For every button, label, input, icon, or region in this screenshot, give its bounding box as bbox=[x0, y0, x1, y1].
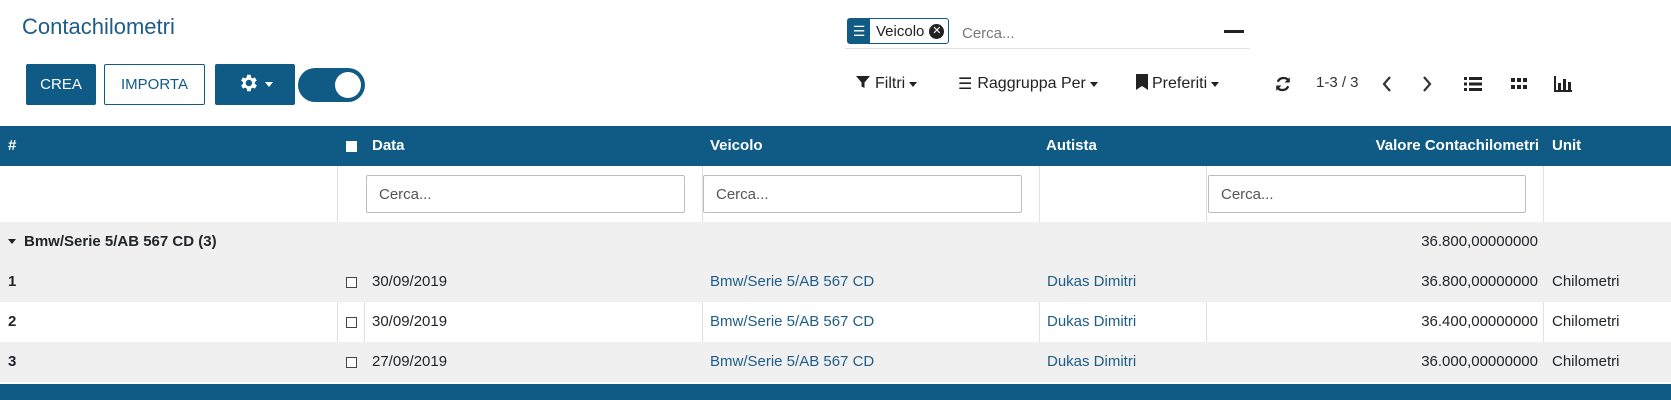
filter-icon bbox=[855, 74, 871, 95]
refresh-icon[interactable] bbox=[1272, 72, 1294, 96]
column-divider bbox=[337, 302, 338, 342]
search-facet[interactable]: ☰ Veicolo ✕ bbox=[847, 18, 950, 44]
unit-cell: Chilometri bbox=[1552, 353, 1620, 370]
row-checkbox[interactable] bbox=[346, 357, 357, 368]
column-divider bbox=[1206, 166, 1207, 222]
column-divider bbox=[364, 302, 365, 342]
filters-dropdown[interactable]: Filtri bbox=[855, 72, 918, 96]
column-divider bbox=[1039, 302, 1040, 342]
chevron-right-icon[interactable] bbox=[1416, 72, 1438, 96]
chevron-down-icon bbox=[1211, 81, 1220, 87]
page-title: Contachilometri bbox=[22, 14, 175, 39]
chevron-left-icon[interactable] bbox=[1376, 72, 1398, 96]
column-header-odometer-value[interactable]: Valore Contachilometri bbox=[1376, 137, 1539, 154]
column-divider bbox=[702, 302, 703, 342]
table-row[interactable]: 1 30/09/2019 Bmw/Serie 5/AB 567 CD Dukas… bbox=[0, 262, 1671, 302]
favorites-dropdown[interactable]: Preferiti bbox=[1136, 72, 1220, 96]
odometer-value-cell: 36.000,00000000 bbox=[1421, 353, 1538, 370]
table-header: # Data Veicolo Autista Valore Contachilo… bbox=[0, 126, 1671, 166]
facet-label: Veicolo bbox=[876, 22, 925, 40]
row-checkbox[interactable] bbox=[346, 277, 357, 288]
date-cell: 30/09/2019 bbox=[372, 313, 448, 330]
chevron-down-icon bbox=[1089, 81, 1098, 87]
gear-icon bbox=[237, 72, 259, 98]
chevron-down-icon bbox=[265, 82, 273, 87]
group-by-label: Raggruppa Per bbox=[977, 75, 1086, 92]
date-filter-input[interactable] bbox=[366, 175, 685, 213]
group-label: Bmw/Serie 5/AB 567 CD (3) bbox=[24, 233, 217, 250]
column-divider bbox=[1206, 302, 1207, 342]
vehicle-link[interactable]: Bmw/Serie 5/AB 567 CD bbox=[710, 313, 874, 330]
driver-link[interactable]: Dukas Dimitri bbox=[1047, 313, 1136, 330]
column-header-unit[interactable]: Unit bbox=[1552, 137, 1581, 154]
column-header-date[interactable]: Data bbox=[372, 137, 405, 154]
toggle-knob bbox=[335, 72, 361, 98]
bookmark-icon bbox=[1136, 73, 1148, 95]
row-number: 2 bbox=[8, 313, 17, 330]
table-footer bbox=[0, 384, 1671, 400]
column-divider bbox=[1543, 166, 1544, 222]
odometer-value-cell: 36.400,00000000 bbox=[1421, 313, 1538, 330]
toggle-switch[interactable] bbox=[298, 68, 365, 102]
date-cell: 27/09/2019 bbox=[372, 353, 448, 370]
caret-down-icon bbox=[8, 239, 16, 244]
column-header-num: # bbox=[8, 137, 17, 154]
favorites-label: Preferiti bbox=[1152, 75, 1208, 92]
filter-row bbox=[0, 166, 1671, 222]
group-row[interactable]: Bmw/Serie 5/AB 567 CD (3) 36.800,0000000… bbox=[0, 222, 1671, 262]
pager-value[interactable]: 1-3 / 3 bbox=[1316, 74, 1359, 91]
odometer-filter-input[interactable] bbox=[1208, 175, 1526, 213]
row-checkbox[interactable] bbox=[346, 317, 357, 328]
unit-cell: Chilometri bbox=[1552, 273, 1620, 290]
bars-icon: ☰ bbox=[958, 76, 973, 93]
settings-dropdown-button[interactable] bbox=[215, 64, 295, 105]
column-divider bbox=[1543, 302, 1544, 342]
search-options-toggle[interactable] bbox=[1224, 30, 1244, 33]
list-view-icon[interactable] bbox=[1462, 72, 1484, 96]
import-button[interactable]: IMPORTA bbox=[104, 64, 205, 105]
grid-icon[interactable] bbox=[1508, 72, 1530, 96]
row-number: 1 bbox=[8, 273, 17, 290]
close-circle-icon[interactable]: ✕ bbox=[929, 23, 945, 39]
vehicle-filter-input[interactable] bbox=[703, 175, 1022, 213]
search-input[interactable] bbox=[960, 20, 1224, 46]
select-all-checkbox[interactable] bbox=[346, 141, 357, 152]
row-number: 3 bbox=[8, 353, 17, 370]
driver-link[interactable]: Dukas Dimitri bbox=[1047, 273, 1136, 290]
list-icon: ☰ bbox=[848, 19, 870, 43]
column-header-vehicle[interactable]: Veicolo bbox=[710, 137, 763, 154]
create-button[interactable]: CREA bbox=[26, 64, 96, 105]
group-by-dropdown[interactable]: ☰ Raggruppa Per bbox=[958, 72, 1098, 96]
filters-label: Filtri bbox=[875, 75, 906, 92]
column-header-driver[interactable]: Autista bbox=[1046, 137, 1097, 154]
date-cell: 30/09/2019 bbox=[372, 273, 448, 290]
unit-cell: Chilometri bbox=[1552, 313, 1620, 330]
vehicle-link[interactable]: Bmw/Serie 5/AB 567 CD bbox=[710, 273, 874, 290]
chevron-down-icon bbox=[909, 81, 918, 87]
column-divider bbox=[1039, 166, 1040, 222]
table-row[interactable]: 3 27/09/2019 Bmw/Serie 5/AB 567 CD Dukas… bbox=[0, 342, 1671, 382]
driver-link[interactable]: Dukas Dimitri bbox=[1047, 353, 1136, 370]
column-divider bbox=[337, 166, 338, 222]
table-row[interactable]: 2 30/09/2019 Bmw/Serie 5/AB 567 CD Dukas… bbox=[0, 302, 1671, 342]
bar-chart-icon[interactable] bbox=[1552, 72, 1574, 96]
vehicle-link[interactable]: Bmw/Serie 5/AB 567 CD bbox=[710, 353, 874, 370]
odometer-value-cell: 36.800,00000000 bbox=[1421, 273, 1538, 290]
group-total: 36.800,00000000 bbox=[1421, 233, 1538, 250]
